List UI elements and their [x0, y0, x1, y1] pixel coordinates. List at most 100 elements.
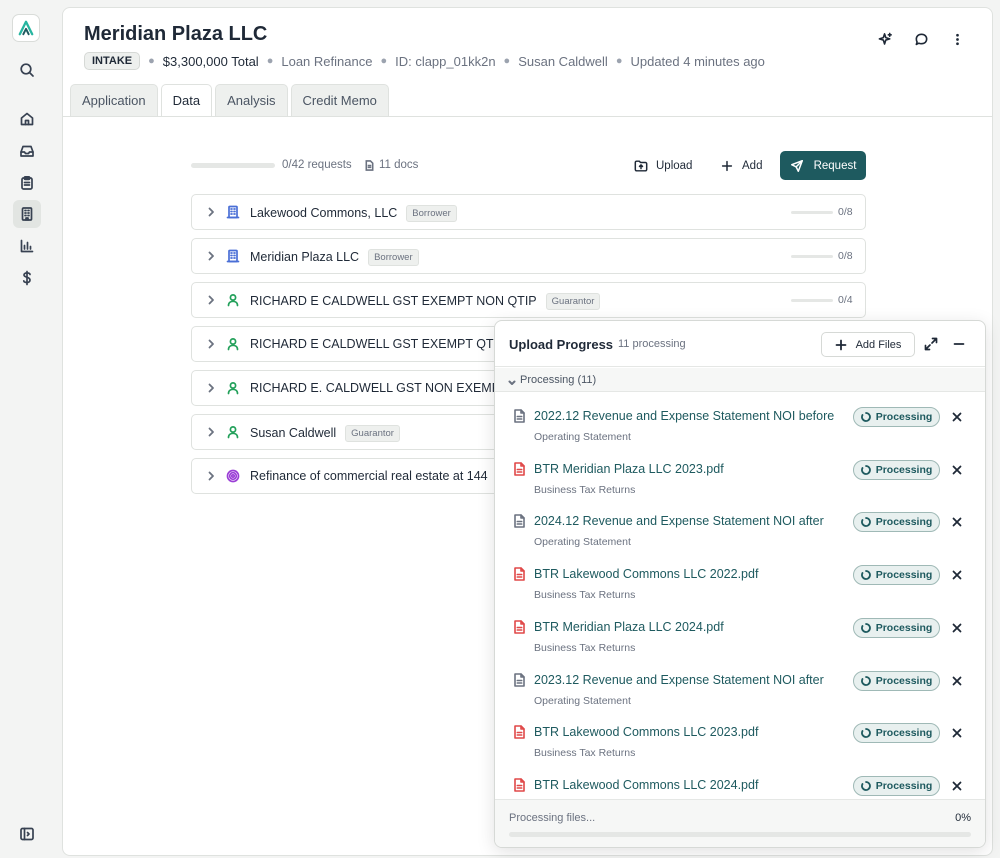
- nav-toggle-sidebar[interactable]: [13, 820, 41, 848]
- processing-count: 11 processing: [618, 338, 686, 350]
- close-icon: [952, 728, 962, 738]
- remove-file-button[interactable]: [951, 779, 963, 791]
- section-label: Processing (11): [520, 374, 597, 386]
- file-name-link[interactable]: 2024.12 Revenue and Expense Statement NO…: [534, 514, 846, 528]
- request-button[interactable]: Request: [780, 151, 866, 180]
- remove-file-button[interactable]: [951, 621, 963, 633]
- file-name-link[interactable]: 2023.12 Revenue and Expense Statement NO…: [534, 673, 846, 687]
- entity-name: Refinance of commercial real estate at 1…: [250, 469, 488, 483]
- expand-button[interactable]: [923, 336, 939, 352]
- role-badge: Borrower: [368, 249, 419, 266]
- file-list: 2022.12 Revenue and Expense Statement NO…: [495, 393, 985, 799]
- pdf-file-icon: [513, 619, 526, 634]
- upload-button[interactable]: Upload: [634, 154, 692, 178]
- entity-row[interactable]: Meridian Plaza LLC Borrower 0/8: [191, 238, 866, 274]
- more-options-button[interactable]: [946, 28, 968, 50]
- user-icon: [226, 293, 240, 307]
- entity-row[interactable]: RICHARD E CALDWELL GST EXEMPT NON QTIP Gu…: [191, 282, 866, 318]
- loan-type: Loan Refinance: [281, 53, 373, 69]
- entity-progress-bar: [791, 299, 833, 302]
- entity-progress-bar: [791, 255, 833, 258]
- panel-title: Upload Progress: [509, 337, 614, 352]
- user-icon: [226, 381, 240, 395]
- remove-file-button[interactable]: [951, 410, 963, 422]
- file-name-link[interactable]: BTR Meridian Plaza LLC 2024.pdf: [534, 620, 846, 634]
- remove-file-button[interactable]: [951, 568, 963, 580]
- entity-name: RICHARD E. CALDWELL GST NON EXEMPT: [250, 381, 508, 395]
- user-icon: [226, 337, 240, 351]
- processing-section-header[interactable]: Processing (11): [495, 368, 985, 392]
- spinner-icon: [860, 412, 871, 422]
- minus-icon: [953, 343, 965, 345]
- nav-pricing[interactable]: [13, 264, 41, 292]
- app-logo[interactable]: [12, 14, 40, 42]
- panel-header: Upload Progress 11 processing Add Files: [495, 321, 985, 367]
- file-type: Business Tax Returns: [534, 589, 636, 602]
- left-rail: [0, 0, 54, 858]
- message-icon: [915, 33, 927, 45]
- deal-meta: INTAKE ● $3,300,000 Total ● Loan Refinan…: [84, 51, 765, 71]
- more-vertical-icon: [955, 33, 959, 45]
- file-name-link[interactable]: BTR Lakewood Commons LLC 2022.pdf: [534, 567, 846, 581]
- remove-file-button[interactable]: [951, 674, 963, 686]
- request-label: Request: [813, 159, 857, 172]
- document-icon: [365, 159, 374, 171]
- nav-deals[interactable]: [13, 200, 41, 228]
- chevron-right-icon: [204, 205, 218, 219]
- folder-upload-icon: [634, 160, 648, 172]
- search-icon: [20, 63, 34, 77]
- separator: ●: [266, 55, 274, 67]
- status-badge: INTAKE: [84, 52, 141, 70]
- upload-file-item: BTR Meridian Plaza LLC 2024.pdf Business …: [495, 604, 985, 656]
- pdf-file-icon: [513, 461, 526, 476]
- file-name-link[interactable]: BTR Meridian Plaza LLC 2023.pdf: [534, 462, 846, 476]
- panel-footer: Processing files... 0%: [495, 799, 985, 847]
- file-name-link[interactable]: BTR Lakewood Commons LLC 2023.pdf: [534, 725, 846, 739]
- processing-badge-label: Processing: [875, 779, 933, 792]
- processing-badge-label: Processing: [875, 516, 933, 529]
- entity-row[interactable]: Lakewood Commons, LLC Borrower 0/8: [191, 194, 866, 230]
- plus-icon: [721, 160, 733, 172]
- file-name-link[interactable]: 2022.12 Revenue and Expense Statement NO…: [534, 409, 846, 423]
- upload-file-item: BTR Meridian Plaza LLC 2023.pdf Business …: [495, 446, 985, 498]
- remove-file-button[interactable]: [951, 515, 963, 527]
- nav-tasks[interactable]: [13, 169, 41, 197]
- tab-data[interactable]: Data: [160, 84, 213, 116]
- expand-icon: [924, 337, 938, 351]
- tab-application[interactable]: Application: [70, 84, 158, 116]
- role-badge: Borrower: [406, 205, 457, 222]
- close-icon: [952, 412, 962, 422]
- processing-badge: Processing: [853, 565, 940, 586]
- remove-file-button[interactable]: [951, 726, 963, 738]
- updated-time: Updated 4 minutes ago: [630, 53, 765, 69]
- building-icon: [226, 205, 240, 219]
- entity-name: Susan Caldwell Guarantor: [250, 425, 400, 442]
- nav-search[interactable]: [13, 56, 41, 84]
- tab-credit-memo[interactable]: Credit Memo: [290, 84, 389, 116]
- data-toolbar: 0/42 requests 11 docs Upload Add Request: [191, 151, 866, 181]
- add-button[interactable]: Add: [720, 154, 762, 178]
- header-actions: [874, 28, 968, 50]
- minimize-button[interactable]: [951, 336, 967, 352]
- chevron-right-icon: [204, 381, 218, 395]
- plus-icon: [835, 339, 846, 350]
- spinner-icon: [860, 517, 871, 528]
- file-name-link[interactable]: BTR Lakewood Commons LLC 2024.pdf: [534, 778, 846, 792]
- send-icon: [790, 159, 803, 172]
- ai-sparkle-button[interactable]: [874, 28, 896, 50]
- nav-reports[interactable]: [13, 232, 41, 260]
- processing-badge: Processing: [853, 459, 940, 480]
- file-type: Business Tax Returns: [534, 641, 636, 654]
- tab-analysis[interactable]: Analysis: [215, 84, 288, 116]
- comments-button[interactable]: [910, 28, 932, 50]
- nav-inbox[interactable]: [13, 137, 41, 165]
- upload-file-item: 2022.12 Revenue and Expense Statement NO…: [495, 393, 985, 445]
- processing-badge-label: Processing: [875, 569, 933, 582]
- entity-count: 0/8: [838, 250, 853, 262]
- requests-progress-bar: [191, 163, 275, 168]
- entity-count: 0/4: [838, 294, 853, 306]
- upload-file-item: 2024.12 Revenue and Expense Statement NO…: [495, 498, 985, 550]
- nav-home[interactable]: [13, 105, 41, 133]
- add-files-button[interactable]: Add Files: [821, 332, 915, 357]
- remove-file-button[interactable]: [951, 463, 963, 475]
